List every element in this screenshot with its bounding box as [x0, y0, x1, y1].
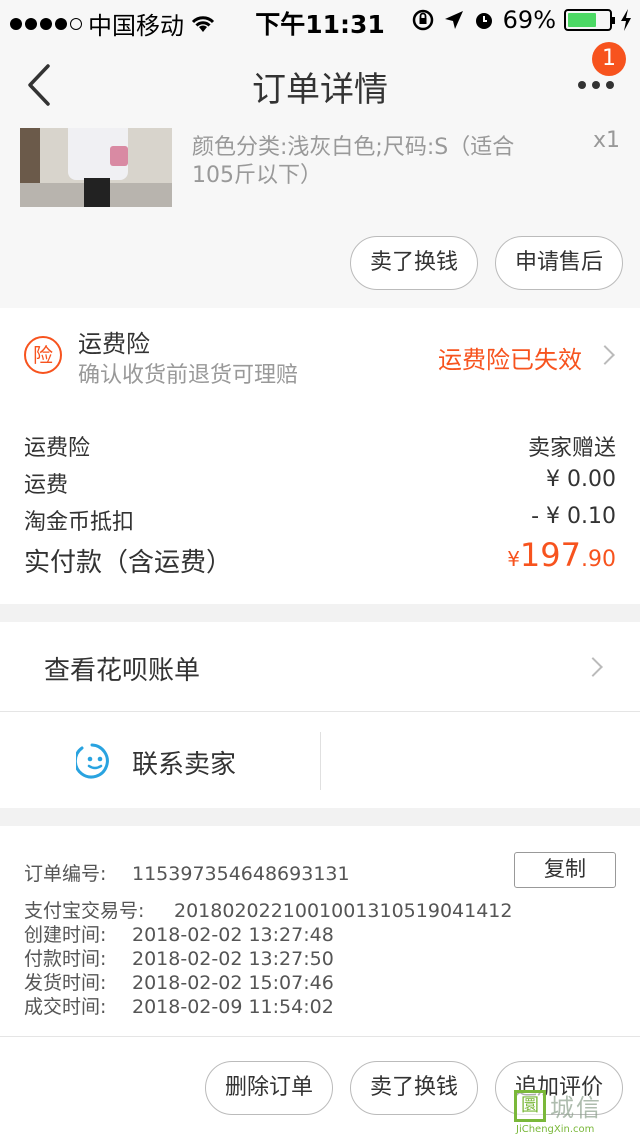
- order-info-row: 支付宝交易号: 2018020221001001310519041412: [24, 896, 512, 923]
- order-info-label: 发货时间:: [24, 972, 107, 994]
- fee-label: 运费险: [24, 436, 91, 461]
- status-right: 69%: [411, 6, 632, 34]
- nav-bar: 订单详情 1: [0, 40, 640, 128]
- status-bar: 中国移动 下午11:31 69%: [0, 0, 640, 40]
- order-info-value: 115397354648693131: [132, 863, 350, 885]
- notification-badge: 1: [592, 42, 626, 76]
- order-info-row: 订单编号: 115397354648693131: [24, 859, 350, 886]
- delete-order-button[interactable]: 删除订单: [205, 1061, 333, 1115]
- order-info-row: 发货时间: 2018-02-02 15:07:46: [24, 968, 334, 995]
- order-info-value: 2018-02-02 13:27:50: [132, 948, 334, 970]
- page-title: 订单详情: [252, 70, 388, 110]
- watermark-text: 城信: [550, 1094, 602, 1122]
- watermark-url: JiChengXin.com: [516, 1124, 595, 1135]
- insurance-status: 运费险已失效: [438, 346, 582, 374]
- paid-amount-decimal: .90: [581, 547, 616, 572]
- fee-label: 淘金币抵扣: [24, 510, 135, 535]
- fee-summary: 运费险 卖家赠送 运费 ¥ 0.00 淘金币抵扣 - ¥ 0.10 实付款（含运…: [0, 400, 640, 604]
- insurance-icon: 险: [24, 336, 62, 374]
- alarm-icon: [475, 13, 492, 29]
- insurance-subtitle: 确认收货前退货可理赔: [78, 363, 299, 388]
- huabei-bill-label: 查看花呗账单: [44, 656, 201, 686]
- sell-for-cash-button[interactable]: 卖了换钱: [350, 1061, 478, 1115]
- paid-amount: ¥197.90: [507, 536, 616, 574]
- fee-row: 运费险 卖家赠送: [24, 430, 616, 466]
- fee-value: ¥ 0.00: [546, 467, 616, 492]
- order-info-label: 支付宝交易号:: [24, 900, 145, 922]
- currency-symbol: ¥: [507, 547, 520, 571]
- fee-row: 淘金币抵扣 - ¥ 0.10: [24, 504, 616, 540]
- order-info-label: 付款时间:: [24, 948, 107, 970]
- location-arrow-icon: [444, 11, 463, 29]
- rotation-lock-icon: [412, 9, 433, 31]
- order-info-row: 付款时间: 2018-02-02 13:27:50: [24, 944, 334, 971]
- copy-order-number-button[interactable]: 复制: [514, 852, 616, 888]
- fee-value: - ¥ 0.10: [531, 504, 616, 529]
- product-spec: 颜色分类:浅灰白色;尺码:S（适合105斤以下）: [192, 135, 515, 188]
- sell-for-cash-button[interactable]: 卖了换钱: [350, 236, 478, 290]
- order-info-row: 创建时间: 2018-02-02 13:27:48: [24, 920, 334, 947]
- charging-icon: [621, 9, 631, 31]
- paid-amount-label: 实付款（含运费）: [24, 548, 233, 578]
- contact-seller-button[interactable]: 联系卖家: [132, 744, 236, 781]
- order-info-value: 2018-02-02 13:27:48: [132, 924, 334, 946]
- product-card: 颜色分类:浅灰白色;尺码:S（适合105斤以下） x1 卖了换钱 申请售后: [0, 128, 640, 308]
- product-quantity: x1: [592, 128, 620, 153]
- divider: [320, 732, 321, 790]
- order-info-label: 成交时间:: [24, 996, 107, 1018]
- chat-face-icon[interactable]: [76, 742, 114, 780]
- order-info-row: 成交时间: 2018-02-09 11:54:02: [24, 992, 334, 1019]
- insurance-title: 运费险: [78, 330, 150, 358]
- watermark-logo: 圜: [514, 1090, 546, 1122]
- order-info-label: 创建时间:: [24, 924, 107, 946]
- fee-label: 运费: [24, 473, 69, 498]
- shipping-insurance-row[interactable]: 险 运费险 确认收货前退货可理赔 运费险已失效: [0, 308, 640, 400]
- battery-icon: [564, 9, 615, 31]
- fee-row: 运费 ¥ 0.00: [24, 467, 616, 503]
- chevron-right-icon: [583, 657, 603, 677]
- paid-amount-integer: 197: [519, 536, 581, 574]
- huabei-bill-row[interactable]: 查看花呗账单: [0, 622, 640, 712]
- order-info-value: 2018020221001001310519041412: [174, 900, 513, 922]
- product-thumbnail[interactable]: [20, 128, 172, 207]
- order-info-label: 订单编号:: [24, 863, 107, 885]
- battery-percent: 69%: [502, 6, 556, 34]
- order-info-value: 2018-02-09 11:54:02: [132, 996, 334, 1018]
- order-info: 复制 订单编号: 115397354648693131 支付宝交易号: 201802…: [0, 826, 640, 1036]
- watermark: 圜 城信 JiChengXin.com: [514, 1090, 634, 1136]
- after-sales-button[interactable]: 申请售后: [495, 236, 623, 290]
- order-info-value: 2018-02-02 15:07:46: [132, 972, 334, 994]
- fee-value: 卖家赠送: [527, 436, 616, 461]
- chevron-right-icon: [595, 345, 615, 365]
- contact-bar: 联系卖家: [0, 712, 640, 808]
